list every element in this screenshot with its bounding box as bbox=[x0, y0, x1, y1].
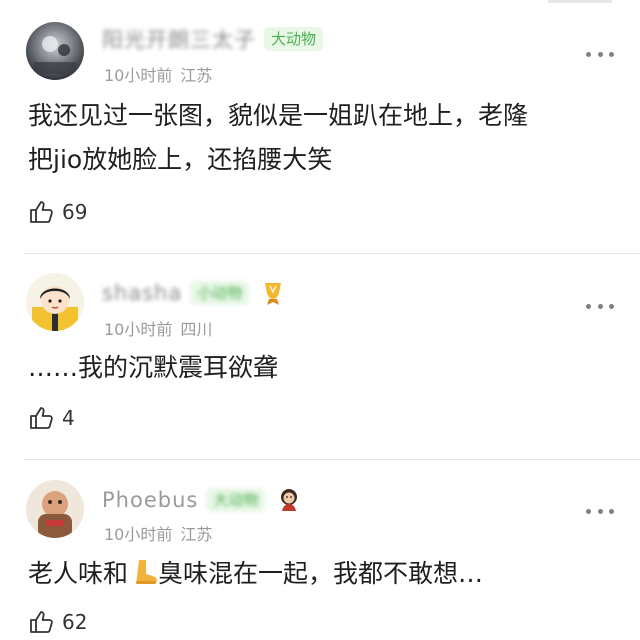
thumbs-up-icon bbox=[30, 201, 53, 223]
location: 江苏 bbox=[180, 66, 213, 85]
avatar-image bbox=[26, 480, 84, 538]
comment-list: 阳光开朗三太子 大动物 10小时前 江苏 我还见过一张图，貌似是一姐趴在地上，老隆… bbox=[0, 0, 640, 640]
username[interactable]: 阳光开朗三太子 bbox=[102, 24, 256, 54]
timestamp: 10小时前 bbox=[104, 66, 173, 85]
comment-text-part: 老人味和 bbox=[28, 559, 129, 588]
location: 江苏 bbox=[180, 525, 213, 544]
comment-item: shasha 小动物 10小时前 四川 ……我的沉默震耳欲聋 4 bbox=[0, 254, 640, 460]
level-badge: 大动物 bbox=[264, 27, 324, 51]
comment-meta: 10小时前 江苏 bbox=[104, 521, 212, 545]
like-button[interactable]: 62 bbox=[28, 609, 87, 635]
thumbs-up-icon bbox=[30, 611, 53, 633]
comment-text-part: 臭味混在一起，我都不敢想… bbox=[158, 559, 484, 588]
comment-item: Phoebus 大动物 10小时前江苏 老人味和 臭味混在一起，我都不敢想… bbox=[0, 460, 640, 640]
level-badge: 小动物 bbox=[190, 281, 250, 305]
avatar[interactable] bbox=[26, 273, 84, 331]
avatar-image bbox=[26, 273, 84, 331]
name-row: shasha 小动物 bbox=[102, 278, 285, 308]
like-button[interactable]: 69 bbox=[28, 199, 87, 225]
username[interactable]: shasha bbox=[102, 281, 182, 305]
foot-emoji-icon bbox=[136, 560, 157, 584]
level-badge: 大动物 bbox=[206, 488, 266, 512]
like-count: 62 bbox=[62, 610, 88, 634]
more-dots-icon[interactable] bbox=[586, 302, 614, 310]
more-dots-icon[interactable] bbox=[586, 50, 614, 58]
comment-text-line: 我还见过一张图，貌似是一姐趴在地上，老隆 bbox=[28, 101, 529, 130]
comment-text: ……我的沉默震耳欲聋 bbox=[28, 353, 279, 382]
name-row: 阳光开朗三太子 大动物 bbox=[102, 24, 324, 54]
comment-meta: 10小时前 江苏 bbox=[104, 62, 212, 86]
like-count: 69 bbox=[62, 200, 88, 224]
more-dots-icon[interactable] bbox=[586, 507, 614, 515]
comment-text: 老人味和 臭味混在一起，我都不敢想… bbox=[28, 552, 608, 596]
fan-medal-icon bbox=[281, 489, 298, 511]
timestamp: 10小时前 bbox=[104, 525, 173, 544]
timestamp: 10小时前 bbox=[104, 320, 173, 339]
like-count: 4 bbox=[62, 406, 75, 430]
location: 四川 bbox=[180, 320, 213, 339]
avatar[interactable] bbox=[26, 22, 84, 80]
fan-medal-icon bbox=[265, 283, 282, 305]
avatar[interactable] bbox=[26, 480, 84, 538]
like-button[interactable]: 4 bbox=[28, 405, 75, 431]
comment-text-line: 把jio放她脸上，还掐腰大笑 bbox=[28, 145, 333, 174]
comment-text: 我还见过一张图，貌似是一姐趴在地上，老隆 把jio放她脸上，还掐腰大笑 bbox=[28, 94, 608, 182]
comment-meta: 10小时前 四川 bbox=[104, 316, 212, 340]
thumbs-up-icon bbox=[30, 407, 53, 429]
avatar-image bbox=[26, 22, 84, 80]
comment-item: 阳光开朗三太子 大动物 10小时前 江苏 我还见过一张图，貌似是一姐趴在地上，老隆… bbox=[0, 0, 640, 254]
username[interactable]: Phoebus bbox=[102, 488, 198, 512]
name-row: Phoebus 大动物 bbox=[102, 485, 301, 515]
